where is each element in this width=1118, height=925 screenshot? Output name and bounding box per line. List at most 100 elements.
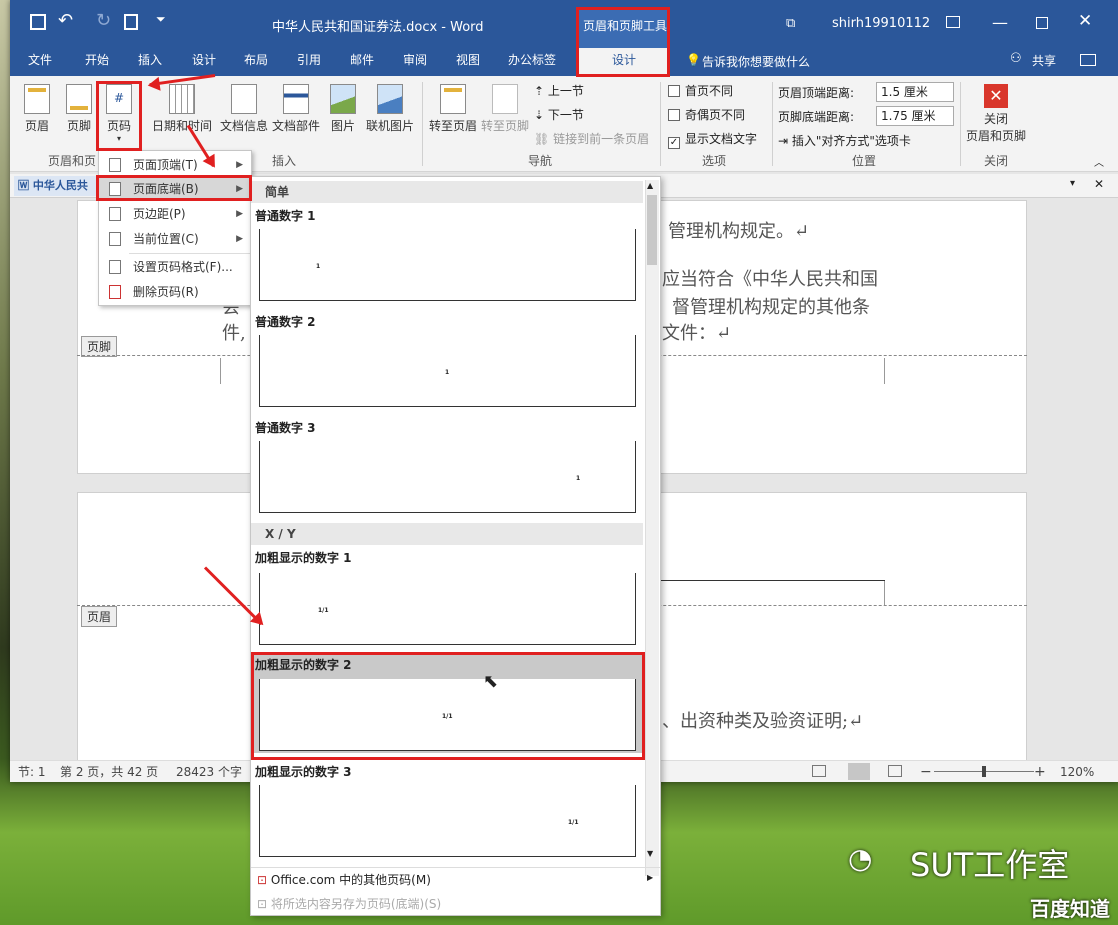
tab-insert[interactable]: 插入 (138, 48, 162, 76)
show-document-text-checkbox[interactable]: ✓ 显示文档文字 (668, 130, 757, 149)
gallery-section-simple: 简单 (251, 181, 643, 203)
tab-review[interactable]: 审阅 (403, 48, 427, 76)
current-position-icon (109, 232, 121, 246)
goto-footer-button[interactable]: 转至页脚 (478, 84, 532, 134)
word-doc-icon: 🅆 (18, 179, 33, 192)
close-tab-icon[interactable]: ✕ (1094, 177, 1104, 191)
ribbon-options-icon[interactable] (946, 16, 960, 28)
share-button[interactable]: 共享 (1032, 52, 1056, 69)
save-icon[interactable] (30, 14, 46, 30)
footer-icon (66, 84, 92, 114)
footer-distance-label: 页脚底端距离: (778, 110, 855, 124)
scrollbar-thumb[interactable] (647, 195, 657, 265)
close-window-icon[interactable]: ✕ (1078, 11, 1092, 31)
prev-section-button[interactable]: ⇡ 上一节 (534, 82, 584, 99)
redo-icon[interactable]: ↻ (96, 10, 111, 31)
first-page-different-checkbox[interactable]: 首页不同 (668, 82, 733, 99)
format-page-number-icon (109, 260, 121, 274)
zoom-level[interactable]: 120% (1060, 761, 1094, 782)
link-prev-button[interactable]: ⛓ 链接到前一条页眉 (534, 130, 649, 147)
tab-list-icon[interactable]: ▾ (1070, 178, 1075, 189)
online-picture-button[interactable]: 联机图片 (364, 84, 416, 134)
tab-layout[interactable]: 布局 (244, 48, 268, 76)
datetime-button[interactable]: 日期和时间 (150, 84, 214, 134)
zoom-slider-thumb[interactable] (982, 766, 986, 777)
docinfo-button[interactable]: 文档信息 (216, 84, 272, 134)
picture-icon (330, 84, 356, 114)
menu-item-remove-page-numbers[interactable]: 删除页码(R) (99, 280, 251, 304)
gallery-scrollbar[interactable] (645, 180, 659, 876)
gallery-item-plain-number-3[interactable]: 1 (259, 441, 636, 513)
status-words[interactable]: 28423 个字 (176, 761, 242, 782)
gallery-item-bold-number-3[interactable]: 1/1 (259, 785, 636, 857)
collapse-ribbon-icon[interactable]: ︿ (1094, 154, 1104, 169)
prev-icon: ⇡ (534, 84, 548, 98)
gallery-item-plain-number-1[interactable]: 1 (259, 229, 636, 301)
zoom-out-icon[interactable]: − (920, 761, 932, 782)
print-preview-icon[interactable] (124, 14, 138, 30)
minimize-icon[interactable]: — (992, 13, 1008, 32)
tab-references[interactable]: 引用 (297, 48, 321, 76)
checkbox-empty (668, 85, 680, 97)
goto-footer-icon (492, 84, 518, 114)
undo-icon[interactable]: ↶ (58, 10, 73, 31)
insert-align-tab-button[interactable]: ⇥ 插入"对齐方式"选项卡 (778, 132, 911, 149)
footer-distance-input[interactable]: 1.75 厘米 (876, 106, 954, 126)
gallery-item-name: 普通数字 3 (255, 421, 316, 435)
tab-view[interactable]: 视图 (456, 48, 480, 76)
header-distance-label: 页眉顶端距离: (778, 86, 855, 100)
share-icon[interactable]: ⚇ (1010, 51, 1022, 66)
link-icon: ⛓ (534, 132, 554, 146)
comments-icon[interactable] (1080, 54, 1096, 66)
user-name[interactable]: shirh19910112 (832, 16, 930, 31)
gallery-section-xy: X / Y (251, 523, 643, 545)
odd-even-different-checkbox[interactable]: 奇偶页不同 (668, 106, 745, 123)
web-layout-icon[interactable] (888, 765, 902, 777)
print-layout-icon[interactable] (848, 763, 870, 780)
tab-office-tab[interactable]: 办公标签 (508, 48, 556, 76)
tell-me-input[interactable]: 告诉我你想要做什么 (702, 53, 810, 70)
tab-design[interactable]: 设计 (192, 48, 216, 76)
save-selection-button[interactable]: ⊡ 将所选内容另存为页码(底端)(S) (257, 895, 441, 912)
ribbon-display-icon[interactable]: ⧉ (786, 16, 795, 31)
maximize-icon[interactable] (1036, 17, 1048, 29)
header-button[interactable]: 页眉 (20, 84, 54, 134)
submenu-arrow-icon: ▶ (647, 873, 654, 882)
menu-item-top-of-page[interactable]: 页面顶端(T) ▶ (99, 153, 251, 177)
goto-header-button[interactable]: 转至页眉 (426, 84, 480, 134)
doc-tab[interactable]: 🅆 中华人民共 (14, 176, 100, 196)
page-number-sample: 1 (576, 475, 581, 482)
online-picture-icon (377, 84, 403, 114)
gallery-item-plain-number-2[interactable]: 1 (259, 335, 636, 407)
menu-item-page-margins[interactable]: 页边距(P) ▶ (99, 202, 251, 226)
submenu-arrow-icon: ▶ (236, 160, 243, 170)
header-distance-input[interactable]: 1.5 厘米 (876, 82, 954, 102)
read-mode-icon[interactable] (812, 765, 826, 777)
page-number-menu: 页面顶端(T) ▶ 页面底端(B) ▶ 页边距(P) ▶ 当前位置(C) ▶ 设置页码格… (98, 150, 252, 306)
tab-file[interactable]: 文件 (28, 48, 52, 76)
status-page[interactable]: 第 2 页，共 42 页 (60, 761, 158, 782)
scroll-down-icon[interactable]: ▼ (647, 849, 653, 858)
menu-item-format-page-numbers[interactable]: 设置页码格式(F)... (99, 255, 251, 279)
page-bottom-gallery: 简单 ▲ ▼ 普通数字 1 1 普通数字 2 1 普通数字 3 1 X / Y … (250, 176, 661, 916)
picture-button[interactable]: 图片 (326, 84, 360, 134)
tab-home[interactable]: 开始 (85, 48, 109, 76)
calendar-icon (169, 84, 195, 114)
page-top-icon (109, 158, 121, 172)
zoom-in-icon[interactable]: + (1034, 761, 1046, 782)
group-label-position: 位置 (852, 154, 877, 168)
menu-item-current-position[interactable]: 当前位置(C) ▶ (99, 227, 251, 251)
tell-me-icon: 💡 (686, 53, 701, 67)
footer-button[interactable]: 页脚 (62, 84, 96, 134)
customize-qat-icon[interactable]: ⏷ (156, 12, 166, 27)
gallery-item-bold-number-1[interactable]: 1/1 (259, 573, 636, 645)
goto-header-icon (440, 84, 466, 114)
docparts-button[interactable]: 文档部件 (268, 84, 324, 134)
close-header-footer-button[interactable]: ✕ 关闭 页眉和页脚 (964, 84, 1028, 144)
scroll-up-icon[interactable]: ▲ (647, 181, 653, 190)
next-section-button[interactable]: ⇣ 下一节 (534, 106, 584, 123)
tab-mailings[interactable]: 邮件 (350, 48, 374, 76)
more-from-office-button[interactable]: ⊡ Office.com 中的其他页码(M) (257, 871, 431, 888)
wechat-icon: ◔ (848, 842, 873, 875)
annotation-box (96, 175, 252, 201)
